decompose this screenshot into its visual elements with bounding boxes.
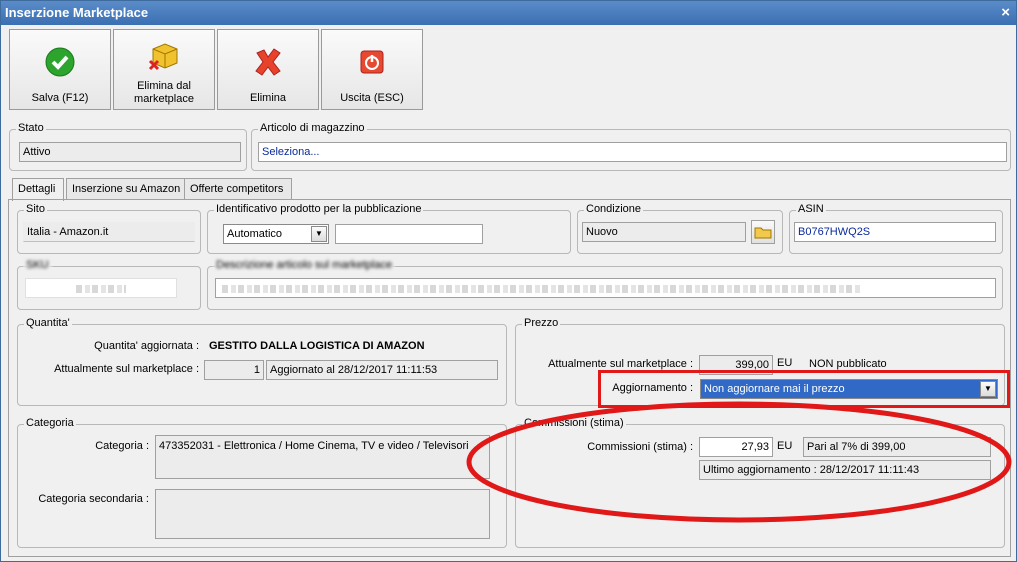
marketplace-window: Inserzione Marketplace × Salva (F12) Eli… [0, 0, 1017, 562]
stato-field[interactable]: Attivo [19, 142, 241, 162]
folder-button[interactable] [751, 220, 775, 244]
prezzo-unit: EU [777, 357, 793, 369]
remove-from-marketplace-button[interactable]: Elimina dal marketplace [113, 29, 215, 110]
power-icon [322, 44, 422, 80]
remove-label-line2: marketplace [134, 93, 194, 105]
save-button[interactable]: Salva (F12) [9, 29, 111, 110]
descrizione-label: Descrizione articolo sul marketplace [214, 259, 395, 271]
prezzo-label: Prezzo [522, 317, 561, 329]
descrizione-redacted [222, 285, 862, 293]
package-remove-icon [114, 38, 214, 74]
chevron-down-icon[interactable]: ▼ [311, 226, 327, 242]
sito-label: Sito [24, 203, 47, 215]
articolo-label: Articolo di magazzino [258, 122, 367, 134]
title-bar: Inserzione Marketplace × [1, 1, 1016, 25]
tab-dettagli[interactable]: Dettagli [12, 178, 64, 201]
window-title: Inserzione Marketplace [5, 5, 149, 20]
exit-button[interactable]: Uscita (ESC) [321, 29, 423, 110]
remove-label-line1: Elimina dal [137, 80, 191, 92]
identificativo-select-value: Automatico [227, 228, 283, 240]
sku-redacted [76, 285, 126, 293]
categoria-cat-field[interactable]: 473352031 - Elettronica / Home Cinema, T… [155, 435, 490, 479]
condizione-label: Condizione [584, 203, 644, 215]
quantita-aggiornata-value: GESTITO DALLA LOGISTICA DI AMAZON [209, 340, 425, 352]
quantita-aggiornata-label: Quantita' aggiornata : [94, 340, 199, 352]
quantita-label: Quantita' [24, 317, 72, 329]
save-label: Salva (F12) [31, 92, 89, 104]
annotation-red-ellipse [466, 401, 1012, 523]
x-icon [218, 44, 318, 80]
condizione-field[interactable]: Nuovo [582, 222, 746, 242]
identificativo-input[interactable] [335, 224, 483, 244]
sku-field[interactable] [25, 278, 177, 298]
identificativo-select[interactable]: Automatico ▼ [223, 224, 329, 244]
delete-button[interactable]: Elimina [217, 29, 319, 110]
exit-label: Uscita (ESC) [340, 92, 404, 104]
categoria-sec-label: Categoria secondaria : [38, 493, 149, 505]
identificativo-label: Identificativo prodotto per la pubblicaz… [214, 203, 424, 215]
sito-field[interactable]: Italia - Amazon.it [23, 222, 195, 242]
tab-offerte-competitors[interactable]: Offerte competitors [184, 178, 292, 200]
descrizione-field[interactable] [215, 278, 996, 298]
close-icon[interactable]: × [1001, 1, 1010, 25]
quantita-attuale-field[interactable]: 1 [204, 360, 264, 380]
prezzo-attuale-label: Attualmente sul marketplace : [548, 358, 693, 370]
stato-label: Stato [16, 122, 46, 134]
categoria-label: Categoria [24, 417, 76, 429]
asin-field[interactable]: B0767HWQ2S [794, 222, 996, 242]
asin-label: ASIN [796, 203, 826, 215]
quantita-attuale-label: Attualmente sul marketplace : [54, 363, 199, 375]
categoria-sec-field[interactable] [155, 489, 490, 539]
sku-label: SKU [24, 259, 51, 271]
categoria-cat-label: Categoria : [95, 440, 149, 452]
checkmark-icon [10, 44, 110, 80]
delete-label: Elimina [249, 92, 287, 104]
quantita-aggiornato-field[interactable]: Aggiornato al 28/12/2017 11:11:53 [266, 360, 498, 380]
folder-icon [754, 227, 772, 239]
tab-inserzione-amazon[interactable]: Inserzione su Amazon [66, 178, 192, 200]
articolo-field[interactable]: Seleziona... [258, 142, 1007, 162]
prezzo-stato: NON pubblicato [809, 358, 887, 370]
